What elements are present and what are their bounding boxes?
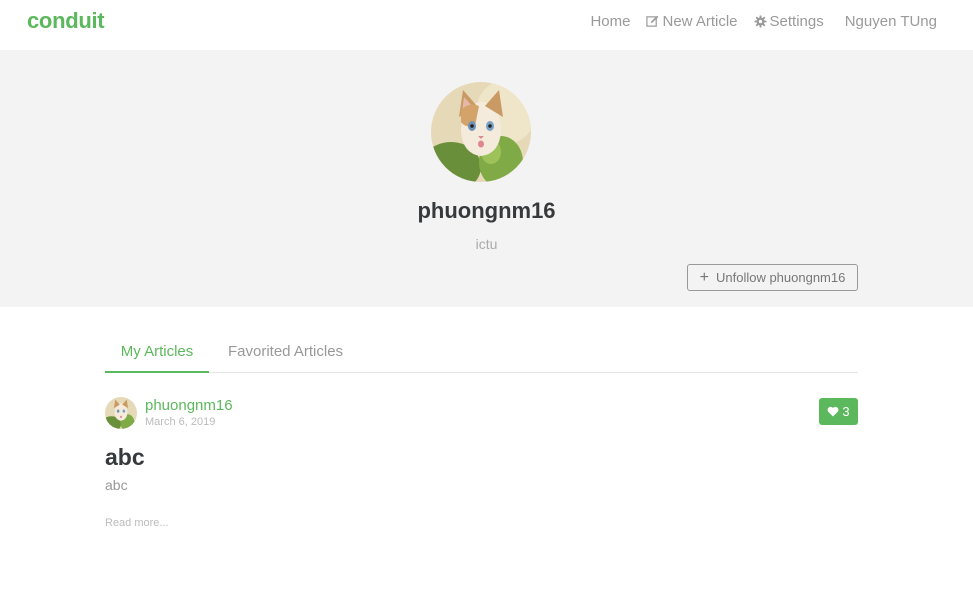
unfollow-button-label: Unfollow phuongnm16 [715,270,846,285]
article-description: abc [105,477,128,493]
read-more-link[interactable]: Read more... [105,517,169,529]
nav-user-link[interactable]: Nguyen TUng [845,13,937,30]
edit-icon [646,15,659,28]
cat-avatar-icon [431,82,531,182]
profile-banner: phuongnm16 ictu + Unfollow phuongnm16 [0,50,973,307]
article-tabs: My Articles Favorited Articles [105,330,858,373]
gear-icon [753,15,767,28]
nav-home-link[interactable]: Home [590,13,630,30]
nav-settings-link[interactable]: Settings [753,13,824,30]
nav-new-article-link[interactable]: New Article [646,13,738,30]
favorite-count: 3 [842,404,850,419]
nav-user-label: Nguyen TUng [844,13,937,30]
tab-favorited-articles[interactable]: Favorited Articles [228,330,343,373]
cat-avatar-icon [105,397,137,429]
brand-logo[interactable]: conduit [27,8,105,34]
author-avatar[interactable] [105,397,137,429]
article-title[interactable]: abc [105,444,145,471]
profile-avatar [431,82,531,182]
profile-bio: ictu [475,236,498,252]
tab-my-articles[interactable]: My Articles [105,330,209,373]
heart-icon [827,406,839,417]
nav-settings-label: Settings [769,13,824,30]
favorite-button[interactable]: 3 [819,398,858,425]
nav-new-article-label: New Article [662,13,738,30]
article-preview: phuongnm16 March 6, 2019 3 abc abc Read … [105,395,858,545]
article-author-link[interactable]: phuongnm16 [145,397,233,414]
navbar: conduit Home New Article Settings Nguyen… [0,0,973,50]
unfollow-button[interactable]: + Unfollow phuongnm16 [687,264,858,291]
nav-home-label: Home [590,13,631,30]
nav-links: Home New Article Settings Nguyen TUng [574,13,937,30]
article-date: March 6, 2019 [145,416,216,428]
plus-icon: + [699,268,709,286]
profile-username: phuongnm16 [417,198,556,223]
